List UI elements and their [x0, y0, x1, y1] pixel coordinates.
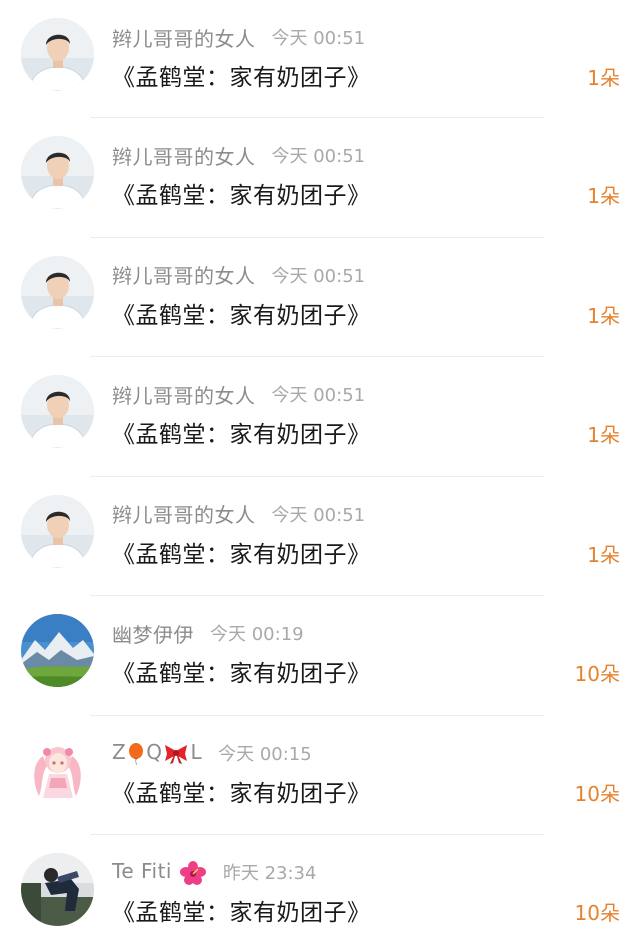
flower-count: 1朵	[587, 423, 620, 447]
username[interactable]: 辫儿哥哥的女人	[112, 141, 256, 170]
flower-count: 10朵	[574, 901, 620, 925]
item-title[interactable]: 《孟鹤堂：家有奶团子》	[112, 535, 371, 569]
person-sitting-avatar	[21, 853, 94, 926]
flower-count: 10朵	[574, 662, 620, 686]
item-title[interactable]: 《孟鹤堂：家有奶团子》	[112, 654, 371, 688]
item-meta: Te Fiti 昨天 23:34	[112, 857, 316, 887]
item-title[interactable]: 《孟鹤堂：家有奶团子》	[112, 58, 371, 92]
anime-girl-avatar	[21, 733, 94, 807]
username-part: L	[190, 740, 203, 765]
timestamp: 今天 00:51	[271, 265, 366, 287]
item-meta: 辫儿哥哥的女人 今天 00:51	[112, 260, 365, 290]
user-avatar[interactable]	[21, 853, 94, 926]
item-title[interactable]: 《孟鹤堂：家有奶团子》	[112, 893, 371, 927]
item-meta: 辫儿哥哥的女人 今天 00:51	[112, 379, 365, 409]
username-text: Te Fiti	[112, 859, 172, 884]
list-item[interactable]: 辫儿哥哥的女人 今天 00:51 《孟鹤堂：家有奶团子》 1朵	[0, 238, 640, 357]
list-item[interactable]: 辫儿哥哥的女人 今天 00:51 《孟鹤堂：家有奶团子》 1朵	[0, 477, 640, 596]
mountain-landscape-avatar	[21, 614, 94, 687]
list-item[interactable]: 辫儿哥哥的女人 今天 00:51 《孟鹤堂：家有奶团子》 1朵	[0, 118, 640, 238]
list-item[interactable]: 辫儿哥哥的女人 今天 00:51 《孟鹤堂：家有奶团子》 1朵	[0, 0, 640, 118]
username[interactable]: 辫儿哥哥的女人	[112, 23, 256, 52]
user-avatar[interactable]	[21, 18, 94, 91]
user-avatar[interactable]	[21, 614, 94, 687]
balloon-emoji	[129, 742, 144, 765]
username[interactable]: 幽梦伊伊	[112, 619, 194, 648]
man-portrait-avatar	[21, 494, 94, 568]
timestamp: 今天 00:51	[271, 146, 366, 167]
list-item[interactable]: ZQ L 今天 00:15 《孟鹤堂：家有奶团子》 10朵	[0, 716, 640, 835]
timestamp: 今天 00:51	[271, 385, 366, 406]
username[interactable]: 辫儿哥哥的女人	[112, 380, 256, 409]
list-item[interactable]: 幽梦伊伊 今天 00:19 《孟鹤堂：家有奶团子》 10朵	[0, 596, 640, 716]
item-meta: 辫儿哥哥的女人 今天 00:51	[112, 140, 365, 170]
ribbon-emoji	[165, 744, 188, 764]
list-item[interactable]: 辫儿哥哥的女人 今天 00:51 《孟鹤堂：家有奶团子》 1朵	[0, 357, 640, 477]
item-title[interactable]: 《孟鹤堂：家有奶团子》	[112, 176, 371, 210]
man-portrait-avatar	[21, 255, 94, 329]
user-avatar[interactable]	[21, 494, 94, 568]
hibiscus-emoji	[179, 860, 206, 885]
item-meta: 幽梦伊伊 今天 00:19	[112, 618, 304, 648]
username[interactable]: 辫儿哥哥的女人	[112, 499, 256, 528]
user-avatar[interactable]	[21, 255, 94, 329]
user-avatar[interactable]	[21, 136, 94, 209]
gift-record-list: 辫儿哥哥的女人 今天 00:51 《孟鹤堂：家有奶团子》 1朵 辫儿哥哥的女人 …	[0, 0, 640, 942]
username[interactable]: Te Fiti	[112, 859, 207, 885]
flower-count: 1朵	[587, 184, 620, 208]
item-title[interactable]: 《孟鹤堂：家有奶团子》	[112, 774, 371, 808]
item-meta: 辫儿哥哥的女人 今天 00:51	[112, 22, 365, 52]
timestamp: 今天 00:51	[271, 504, 366, 526]
man-portrait-avatar	[21, 136, 94, 209]
user-avatar[interactable]	[21, 375, 94, 448]
username[interactable]: 辫儿哥哥的女人	[112, 260, 256, 289]
flower-count: 1朵	[587, 303, 620, 328]
username[interactable]: ZQ L	[112, 740, 202, 765]
flower-count: 10朵	[574, 781, 620, 806]
username-part: Q	[146, 740, 163, 765]
timestamp: 今天 00:19	[210, 624, 304, 645]
flower-count: 1朵	[587, 66, 620, 90]
item-title[interactable]: 《孟鹤堂：家有奶团子》	[112, 415, 371, 449]
timestamp: 今天 00:51	[271, 28, 366, 49]
flower-count: 1朵	[587, 542, 620, 567]
item-meta: 辫儿哥哥的女人 今天 00:51	[112, 499, 365, 529]
list-item[interactable]: Te Fiti 昨天 23:34 《孟鹤堂：家有奶团子》 10朵	[0, 835, 640, 942]
man-portrait-avatar	[21, 18, 94, 91]
user-avatar[interactable]	[21, 733, 94, 807]
item-meta: ZQ L 今天 00:15	[112, 738, 312, 768]
item-title[interactable]: 《孟鹤堂：家有奶团子》	[112, 296, 371, 330]
username-part: Z	[112, 740, 127, 765]
man-portrait-avatar	[21, 375, 94, 448]
timestamp: 今天 00:15	[218, 743, 312, 765]
timestamp: 昨天 23:34	[222, 863, 317, 884]
